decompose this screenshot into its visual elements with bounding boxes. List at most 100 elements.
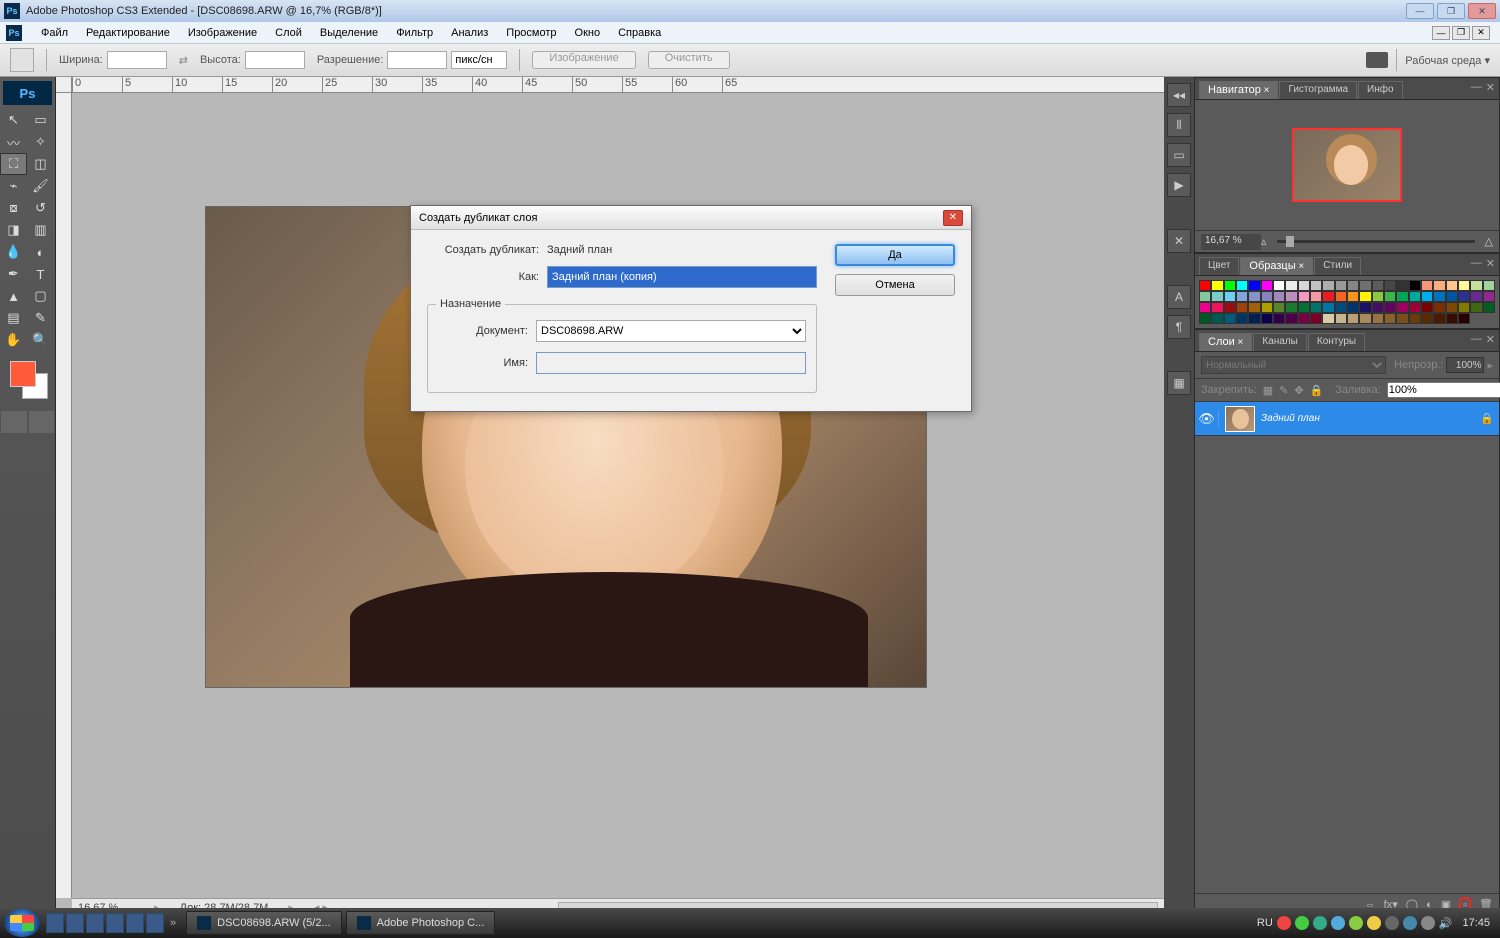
swatch[interactable] <box>1384 302 1396 313</box>
swatch[interactable] <box>1211 313 1223 324</box>
brush-tool[interactable]: 🖌 <box>27 175 54 197</box>
wand-tool[interactable]: ✧ <box>27 131 54 153</box>
swatch[interactable] <box>1347 280 1359 291</box>
menu-view[interactable]: Просмотр <box>497 27 565 39</box>
tray-icon[interactable] <box>1349 916 1363 930</box>
eyedropper-tool[interactable]: ✎ <box>27 307 54 329</box>
swatch[interactable] <box>1261 302 1273 313</box>
panel-minimize-icon[interactable]: — <box>1471 257 1482 270</box>
tray-icon[interactable] <box>1331 916 1345 930</box>
panel-icon-tools[interactable]: ✕ <box>1167 229 1191 253</box>
swatch[interactable] <box>1211 280 1223 291</box>
swatch[interactable] <box>1433 291 1445 302</box>
swatch[interactable] <box>1261 291 1273 302</box>
swatch[interactable] <box>1298 302 1310 313</box>
swatch[interactable] <box>1372 280 1384 291</box>
swatch[interactable] <box>1359 291 1371 302</box>
swatch[interactable] <box>1483 291 1495 302</box>
swatch[interactable] <box>1396 313 1408 324</box>
panel-icon-paragraph[interactable]: ¶ <box>1167 315 1191 339</box>
tray-icon[interactable] <box>1313 916 1327 930</box>
menu-file[interactable]: Файл <box>32 27 77 39</box>
hand-tool[interactable]: ✋ <box>0 329 27 351</box>
swatch[interactable] <box>1396 280 1408 291</box>
shape-tool[interactable]: ▢ <box>27 285 54 307</box>
zoom-slider[interactable] <box>1277 240 1475 243</box>
swatch[interactable] <box>1421 313 1433 324</box>
as-input[interactable] <box>547 266 817 288</box>
tray-clock[interactable]: 17:45 <box>1456 917 1496 929</box>
swatch[interactable] <box>1347 313 1359 324</box>
ruler-vertical[interactable] <box>56 93 72 898</box>
swatch[interactable] <box>1335 313 1347 324</box>
swatch[interactable] <box>1421 302 1433 313</box>
heal-tool[interactable]: ⌁ <box>0 175 27 197</box>
pen-tool[interactable]: ✒ <box>0 263 27 285</box>
tab-styles[interactable]: Стили <box>1314 257 1361 275</box>
stamp-tool[interactable]: ⧇ <box>0 197 27 219</box>
clear-button[interactable]: Очистить <box>648 51 730 69</box>
swatch[interactable] <box>1224 302 1236 313</box>
swatch[interactable] <box>1199 291 1211 302</box>
swatch[interactable] <box>1372 302 1384 313</box>
front-image-button[interactable]: Изображение <box>532 51 635 69</box>
swatch[interactable] <box>1310 313 1322 324</box>
swatch[interactable] <box>1310 291 1322 302</box>
gradient-tool[interactable]: ▥ <box>27 219 54 241</box>
swatch[interactable] <box>1483 280 1495 291</box>
document-select[interactable]: DSC08698.ARW <box>536 320 806 342</box>
quick-launch-item[interactable] <box>126 913 144 933</box>
swatch[interactable] <box>1310 302 1322 313</box>
dialog-close-button[interactable]: ✕ <box>943 210 963 226</box>
swatch[interactable] <box>1446 313 1458 324</box>
swatch[interactable] <box>1359 302 1371 313</box>
swatch[interactable] <box>1359 313 1371 324</box>
swatch[interactable] <box>1248 313 1260 324</box>
menu-filter[interactable]: Фильтр <box>387 27 442 39</box>
swatch[interactable] <box>1199 280 1211 291</box>
swatch[interactable] <box>1446 302 1458 313</box>
quick-launch-item[interactable] <box>146 913 164 933</box>
tab-swatches[interactable]: Образцы × <box>1240 257 1313 275</box>
menu-edit[interactable]: Редактирование <box>77 27 179 39</box>
doc-minimize-button[interactable]: — <box>1432 26 1450 40</box>
swatch[interactable] <box>1446 291 1458 302</box>
zoom-in-icon[interactable]: △ <box>1485 235 1493 248</box>
swatch[interactable] <box>1384 291 1396 302</box>
menu-select[interactable]: Выделение <box>311 27 387 39</box>
swatch[interactable] <box>1236 313 1248 324</box>
swatch[interactable] <box>1199 313 1211 324</box>
layer-thumbnail[interactable] <box>1225 406 1255 432</box>
marquee-tool[interactable]: ▭ <box>27 109 54 131</box>
panel-icon-layercomps[interactable]: ▦ <box>1167 371 1191 395</box>
type-tool[interactable]: T <box>27 263 54 285</box>
lasso-tool[interactable]: 〰 <box>0 131 27 153</box>
swatch[interactable] <box>1458 280 1470 291</box>
zoom-tool[interactable]: 🔍 <box>27 329 54 351</box>
layer-visibility-icon[interactable]: 👁 <box>1195 411 1219 427</box>
resolution-units[interactable] <box>451 51 507 69</box>
quickmask-mask[interactable] <box>29 411 55 433</box>
layer-row[interactable]: 👁 Задний план 🔒 <box>1195 402 1499 436</box>
resolution-input[interactable] <box>387 51 447 69</box>
swatch[interactable] <box>1273 280 1285 291</box>
tray-icon[interactable] <box>1385 916 1399 930</box>
quick-launch-item[interactable] <box>86 913 104 933</box>
color-picker[interactable] <box>0 357 55 403</box>
lock-brush-icon[interactable]: ✎ <box>1279 383 1288 397</box>
swatch[interactable] <box>1421 291 1433 302</box>
swatch[interactable] <box>1458 291 1470 302</box>
swatch[interactable] <box>1372 313 1384 324</box>
swatch[interactable] <box>1224 280 1236 291</box>
ruler-horizontal[interactable]: 05101520253035404550556065 <box>72 77 1164 93</box>
height-input[interactable] <box>245 51 305 69</box>
swatch[interactable] <box>1285 291 1297 302</box>
lock-pixels-icon[interactable]: ▦ <box>1263 383 1273 397</box>
swatch[interactable] <box>1409 302 1421 313</box>
swatch[interactable] <box>1298 291 1310 302</box>
panel-icon-1[interactable]: ◂◂ <box>1167 83 1191 107</box>
doc-close-button[interactable]: ✕ <box>1472 26 1490 40</box>
ruler-origin[interactable] <box>56 77 72 93</box>
swatch[interactable] <box>1273 302 1285 313</box>
cancel-button[interactable]: Отмена <box>835 274 955 296</box>
